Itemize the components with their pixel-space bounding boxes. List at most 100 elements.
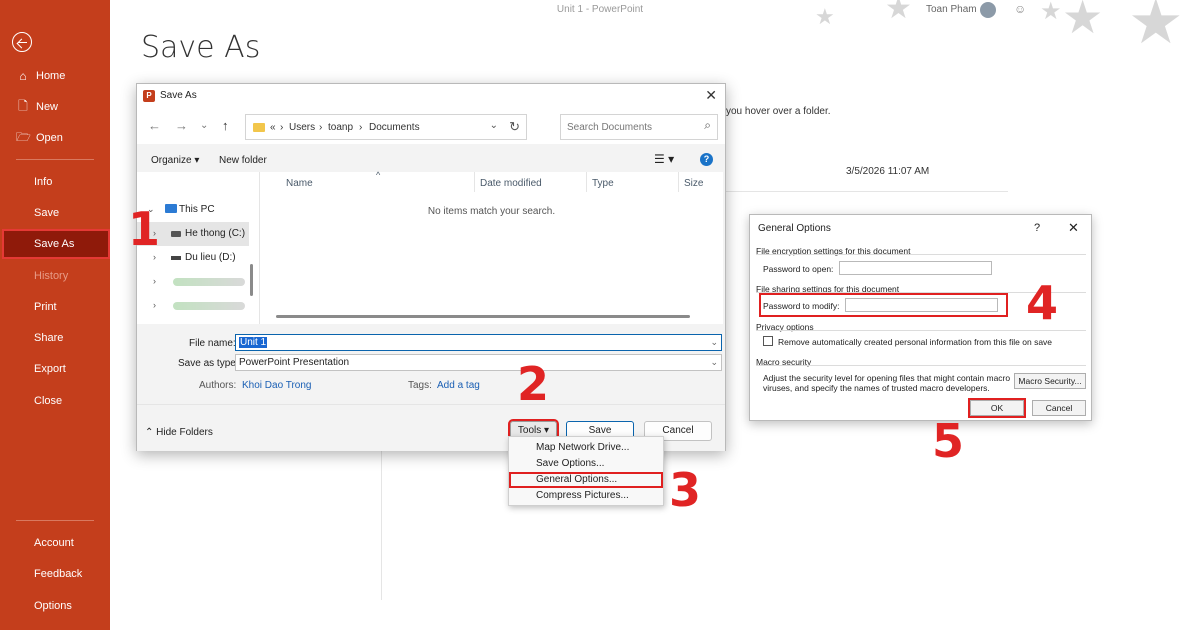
horizontal-scrollbar[interactable]: [276, 315, 690, 318]
hide-folders-button[interactable]: ⌃ Hide Folders: [145, 427, 213, 438]
help-icon[interactable]: ?: [700, 153, 713, 166]
avatar[interactable]: [980, 2, 996, 18]
sidebar-item-share[interactable]: Share: [0, 325, 110, 351]
view-options-icon[interactable]: ☰ ▾: [654, 152, 674, 166]
chevron-down-icon[interactable]: ⌄: [710, 337, 718, 348]
menu-item-map-network-drive[interactable]: Map Network Drive...: [509, 440, 663, 456]
tree-item-blurred[interactable]: ›: [137, 270, 249, 294]
dialog-title: General Options: [758, 223, 831, 234]
recent-locations-chevron-icon[interactable]: ⌄: [200, 119, 208, 132]
tags-label: Tags:: [408, 380, 432, 391]
close-icon[interactable]: ✕: [1068, 220, 1079, 236]
column-header-size[interactable]: Size: [684, 178, 703, 196]
sidebar-item-open[interactable]: 🗁 Open: [0, 125, 110, 151]
search-input[interactable]: Search Documents ⌕: [560, 114, 718, 140]
empty-message: No items match your search.: [427, 206, 556, 217]
home-icon: ⌂: [19, 69, 27, 83]
new-folder-button[interactable]: New folder: [219, 155, 267, 166]
column-divider[interactable]: [678, 172, 679, 192]
recent-date: 3/5/2026 11:07 AM: [846, 166, 930, 177]
user-name: Toan Pham: [926, 4, 977, 15]
up-arrow-icon[interactable]: ↑: [222, 119, 229, 132]
chevron-right-icon: ›: [280, 122, 284, 133]
backstage-sidebar: ⌂ Home 🗋 New 🗁 Open Info Save Save As Histo…: [0, 0, 110, 630]
sidebar-item-save-as[interactable]: Save As: [2, 229, 110, 259]
column-header-date-modified[interactable]: Date modified: [480, 178, 542, 196]
forward-arrow-icon[interactable]: →: [175, 119, 188, 132]
chevron-right-icon[interactable]: ›: [153, 276, 156, 286]
close-icon[interactable]: ✕: [705, 87, 717, 104]
step-number-4: 4: [1026, 276, 1059, 330]
back-arrow-icon[interactable]: [12, 32, 32, 52]
tree-item-label: This PC: [179, 204, 215, 215]
page-title: Save As: [141, 30, 261, 65]
sidebar-item-feedback[interactable]: Feedback: [0, 561, 110, 587]
smiley-icon[interactable]: ☺: [1014, 2, 1026, 16]
back-arrow-icon[interactable]: ←: [148, 119, 161, 132]
sidebar-divider: [16, 520, 94, 521]
help-icon[interactable]: ?: [1034, 222, 1040, 234]
ok-button[interactable]: OK: [968, 398, 1026, 418]
drive-icon: [171, 256, 181, 260]
drive-icon: [171, 231, 181, 237]
breadcrumb-toanp[interactable]: toanp: [328, 122, 353, 133]
sidebar-item-info[interactable]: Info: [0, 169, 110, 195]
search-icon: ⌕: [704, 118, 711, 132]
cancel-button[interactable]: Cancel: [1032, 400, 1086, 416]
sidebar-item-save[interactable]: Save: [0, 200, 110, 226]
sidebar-item-close[interactable]: Close: [0, 388, 110, 414]
authors-value[interactable]: Khoi Dao Trong: [242, 380, 312, 391]
column-divider[interactable]: [474, 172, 475, 192]
chevron-down-icon[interactable]: ⌄: [490, 120, 498, 131]
breadcrumb-overflow[interactable]: «: [270, 122, 276, 133]
navigation-bar: ← → ⌄ ↑ « › Users › toanp › Documents ⌄ …: [137, 108, 725, 144]
divider: [381, 450, 382, 600]
menu-item-general-options[interactable]: General Options...: [509, 472, 663, 488]
breadcrumb-users[interactable]: Users: [289, 122, 315, 133]
menu-item-compress-pictures[interactable]: Compress Pictures...: [509, 488, 663, 504]
tags-value[interactable]: Add a tag: [437, 380, 480, 391]
sidebar-item-print[interactable]: Print: [0, 294, 110, 320]
computer-icon: [165, 204, 177, 213]
star-decoration-icon: ★: [1128, 0, 1184, 57]
password-open-input[interactable]: [839, 261, 992, 275]
chevron-down-icon: ⌄: [710, 357, 718, 367]
sidebar-item-new[interactable]: 🗋 New: [0, 94, 110, 120]
hover-tip-text: you hover over a folder.: [726, 106, 831, 117]
column-header-name[interactable]: Name: [286, 178, 313, 196]
tree-item-blurred[interactable]: ›: [137, 294, 249, 318]
chevron-right-icon: ›: [319, 122, 323, 133]
sidebar-item-home[interactable]: ⌂ Home: [0, 63, 110, 89]
sidebar-item-account[interactable]: Account: [0, 530, 110, 556]
address-bar[interactable]: « › Users › toanp › Documents ⌄ ↻: [245, 114, 527, 140]
remove-info-checkbox[interactable]: [763, 336, 773, 346]
macro-security-button[interactable]: Macro Security...: [1014, 373, 1086, 389]
sidebar-item-export[interactable]: Export: [0, 356, 110, 382]
file-name-input[interactable]: Unit 1 ⌄: [235, 334, 722, 351]
save-as-type-select[interactable]: PowerPoint Presentation ⌄: [235, 354, 722, 371]
password-open-label: Password to open:: [763, 264, 834, 274]
file-name-label: File name:: [189, 338, 236, 349]
password-modify-highlight: [759, 293, 1008, 317]
powerpoint-icon: P: [143, 90, 155, 102]
chevron-up-icon: ⌃: [145, 427, 154, 438]
dialog-title: Save As: [160, 90, 197, 101]
organize-button[interactable]: Organize ▾: [151, 155, 199, 166]
column-divider[interactable]: [586, 172, 587, 192]
step-number-3: 3: [669, 463, 702, 517]
chevron-right-icon: ›: [359, 122, 363, 133]
refresh-icon[interactable]: ↻: [509, 119, 520, 135]
folder-icon: [253, 123, 265, 132]
breadcrumb-documents[interactable]: Documents: [369, 122, 420, 133]
blurred-label: [173, 302, 245, 310]
chevron-right-icon[interactable]: ›: [153, 300, 156, 310]
tree-item-label: He thong (C:): [185, 228, 246, 239]
sidebar-item-options[interactable]: Options: [0, 593, 110, 619]
tools-menu: Map Network Drive... Save Options... Gen…: [508, 436, 664, 506]
menu-item-save-options[interactable]: Save Options...: [509, 456, 663, 472]
star-decoration-icon: ★: [1062, 0, 1104, 43]
column-header-type[interactable]: Type: [592, 178, 614, 196]
dialog-titlebar: P Save As ✕: [137, 84, 725, 108]
navigation-scrollbar[interactable]: [250, 264, 253, 296]
folder-open-icon: 🗁: [16, 129, 31, 144]
